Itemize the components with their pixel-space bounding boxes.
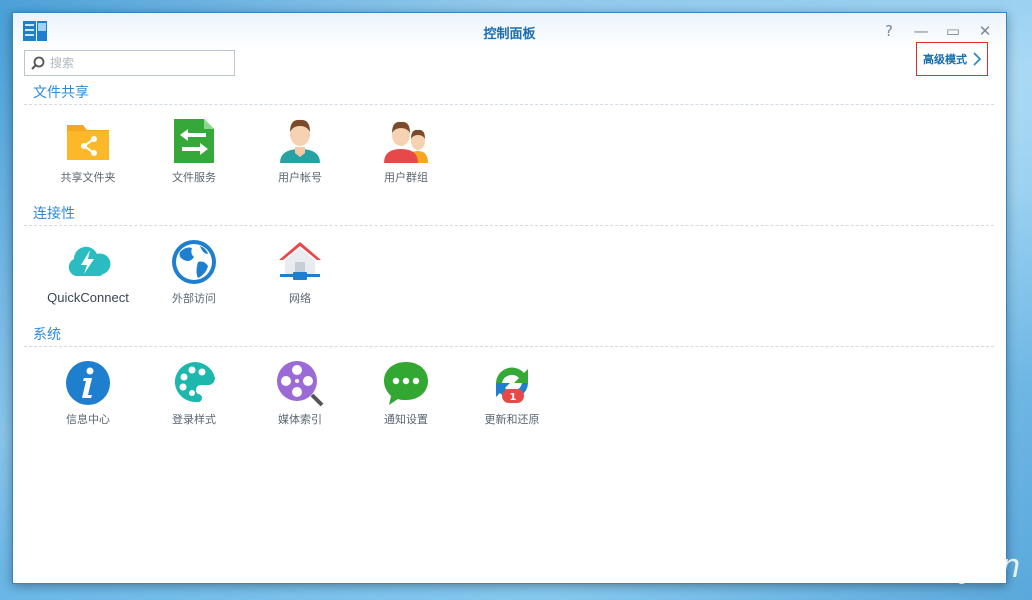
quickconnect-icon (68, 246, 111, 276)
item-label: 文件服务 (172, 171, 216, 184)
network-icon (279, 242, 321, 280)
item-label: 共享文件夹 (60, 171, 116, 184)
info-center-icon (66, 361, 110, 405)
shared-folder-icon (67, 125, 109, 160)
item-notification[interactable]: 通知设置 (353, 359, 459, 427)
watermark: nasyun (900, 547, 1022, 585)
item-label: 外部访问 (172, 292, 216, 305)
help-icon: ? (885, 22, 893, 40)
minimize-button[interactable]: — (910, 21, 932, 41)
section-connectivity: 连接性 QuickConnect 外部访问 网络 (24, 204, 994, 306)
maximize-icon: ▭ (945, 22, 961, 40)
item-label: 信息中心 (66, 413, 110, 426)
search-input[interactable] (50, 56, 220, 70)
section-system: 系统 信息中心 登录样式 媒体索引 通知设置 1 更新和还原 (24, 325, 994, 427)
title-bar[interactable]: 控制面板 ? — ▭ ✕ (13, 13, 1006, 49)
group-icon (384, 121, 428, 163)
close-icon: ✕ (978, 22, 992, 40)
section-title: 系统 (24, 325, 994, 347)
notification-icon (384, 362, 428, 405)
search-box[interactable] (24, 50, 235, 76)
maximize-button[interactable]: ▭ (942, 21, 964, 41)
advanced-mode-label: 高级模式 (923, 53, 967, 66)
file-services-icon (174, 119, 214, 163)
user-icon (280, 119, 320, 163)
item-update-restore[interactable]: 1 更新和还原 (459, 359, 565, 427)
item-label: 网络 (289, 292, 311, 305)
item-user-group[interactable]: 用户群组 (353, 117, 459, 185)
media-index-icon (277, 361, 324, 407)
item-external-access[interactable]: 外部访问 (141, 238, 247, 306)
item-shared-folder[interactable]: 共享文件夹 (35, 117, 141, 185)
section-file-sharing: 文件共享 共享文件夹 文件服务 用户帐号 用户群组 (24, 83, 994, 185)
item-label: 用户群组 (384, 171, 428, 184)
item-network[interactable]: 网络 (247, 238, 353, 306)
item-label: 媒体索引 (278, 413, 322, 426)
item-media-index[interactable]: 媒体索引 (247, 359, 353, 427)
search-icon (31, 56, 45, 70)
window-title: 控制面板 (483, 27, 536, 42)
chevron-right-icon (973, 52, 981, 66)
item-login-style[interactable]: 登录样式 (141, 359, 247, 427)
login-style-icon (174, 361, 216, 403)
external-access-icon (172, 240, 216, 284)
window-controls: ? — ▭ ✕ (878, 21, 996, 41)
item-label: QuickConnect (47, 290, 129, 305)
item-quickconnect[interactable]: QuickConnect (35, 238, 141, 306)
close-button[interactable]: ✕ (974, 21, 996, 41)
item-file-services[interactable]: 文件服务 (141, 117, 247, 185)
minimize-icon: — (913, 22, 929, 40)
control-panel-window: 控制面板 ? — ▭ ✕ 高级模式 文件共享 (12, 12, 1007, 584)
item-user-account[interactable]: 用户帐号 (247, 117, 353, 185)
item-label: 用户帐号 (278, 171, 322, 184)
update-badge-count: 1 (510, 392, 517, 403)
help-button[interactable]: ? (878, 21, 900, 41)
advanced-mode-button[interactable]: 高级模式 (916, 42, 988, 76)
section-title: 文件共享 (24, 83, 994, 105)
item-info-center[interactable]: 信息中心 (35, 359, 141, 427)
section-title: 连接性 (24, 204, 994, 226)
update-restore-icon: 1 (496, 367, 528, 403)
item-label: 通知设置 (384, 413, 428, 426)
item-label: 更新和还原 (484, 413, 540, 426)
item-label: 登录样式 (172, 413, 216, 426)
